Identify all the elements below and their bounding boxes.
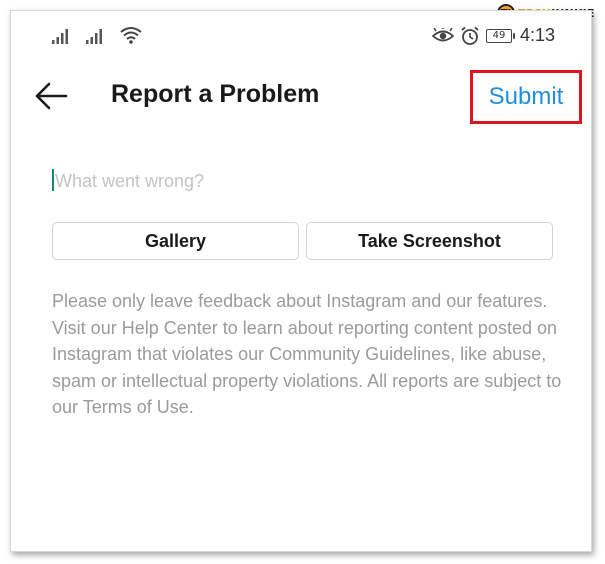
gallery-button[interactable]: Gallery — [52, 222, 299, 260]
back-arrow-icon[interactable] — [34, 80, 68, 112]
status-bar-right: 49 4:13 — [432, 25, 555, 46]
battery-icon: 49 — [486, 28, 515, 43]
signal-icon — [52, 29, 68, 44]
text-cursor — [52, 169, 54, 191]
status-time: 4:13 — [520, 25, 556, 45]
wifi-icon — [120, 27, 142, 44]
status-bar-left — [52, 26, 142, 44]
alarm-icon — [461, 26, 479, 45]
feedback-info-text: Please only leave feedback about Instagr… — [52, 291, 562, 417]
battery-level: 49 — [492, 30, 506, 41]
signal-icon — [86, 29, 102, 44]
problem-description-input[interactable] — [55, 168, 545, 194]
eye-icon — [432, 27, 454, 41]
page-title: Report a Problem — [111, 80, 320, 108]
submit-button[interactable]: Submit — [489, 83, 564, 111]
take-screenshot-button[interactable]: Take Screenshot — [306, 222, 553, 260]
problem-input-container — [52, 168, 552, 194]
submit-highlight-box: Submit — [470, 70, 582, 124]
